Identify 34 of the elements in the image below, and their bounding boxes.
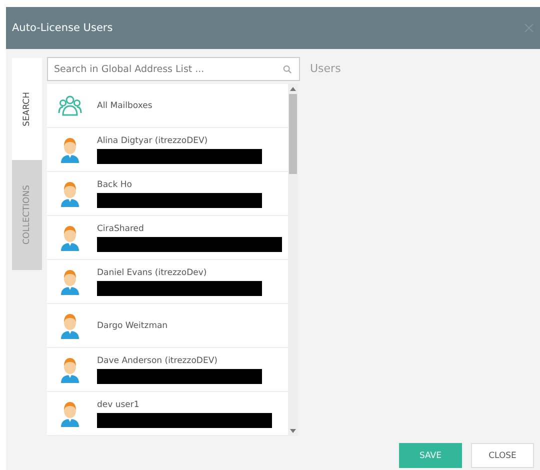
- user-avatar-icon: [60, 268, 80, 294]
- user-avatar-icon: [60, 180, 80, 206]
- list-item[interactable]: Dave Anderson (itrezzoDEV): [47, 348, 288, 392]
- user-name: Daniel Evans (itrezzoDev): [97, 268, 208, 278]
- scroll-down-icon[interactable]: [290, 429, 296, 433]
- user-name: Alina Digtyar (itrezzoDEV): [97, 136, 209, 146]
- user-avatar-icon: [60, 400, 80, 426]
- scrollbar-thumb[interactable]: [289, 94, 297, 174]
- user-avatar-icon: [60, 356, 80, 382]
- user-name: Dave Anderson (itrezzoDEV): [97, 356, 218, 366]
- list-item[interactable]: CiraShared: [47, 216, 288, 260]
- side-tab[interactable]: SEARCH: [12, 58, 42, 160]
- user-avatar-icon: [60, 312, 80, 338]
- user-name: Back Ho: [97, 180, 133, 190]
- scrollbar[interactable]: [288, 84, 298, 436]
- scroll-up-icon[interactable]: [290, 87, 296, 91]
- user-name: CiraShared: [97, 224, 145, 234]
- user-name: Dargo Weitzman: [97, 320, 168, 330]
- search-field[interactable]: Search in Global Address List ...: [47, 57, 300, 81]
- user-avatar-icon: [60, 224, 80, 250]
- list-item[interactable]: All Mailboxes: [47, 84, 288, 128]
- list-item[interactable]: dev user1: [47, 392, 288, 436]
- users-label: Users: [310, 62, 341, 75]
- search-icon: [283, 65, 292, 74]
- list-item[interactable]: Daniel Evans (itrezzoDev): [47, 260, 288, 304]
- list-item[interactable]: Dargo Weitzman: [47, 304, 288, 348]
- list-item[interactable]: Back Ho: [47, 172, 288, 216]
- close-button[interactable]: CLOSE: [471, 443, 534, 468]
- group-icon: [57, 94, 83, 116]
- user-avatar-icon: [60, 136, 80, 162]
- user-name: dev user1: [97, 400, 140, 410]
- user-name: All Mailboxes: [97, 100, 152, 110]
- window-title: Auto-License Users: [12, 22, 113, 34]
- list-item[interactable]: Alina Digtyar (itrezzoDEV): [47, 128, 288, 172]
